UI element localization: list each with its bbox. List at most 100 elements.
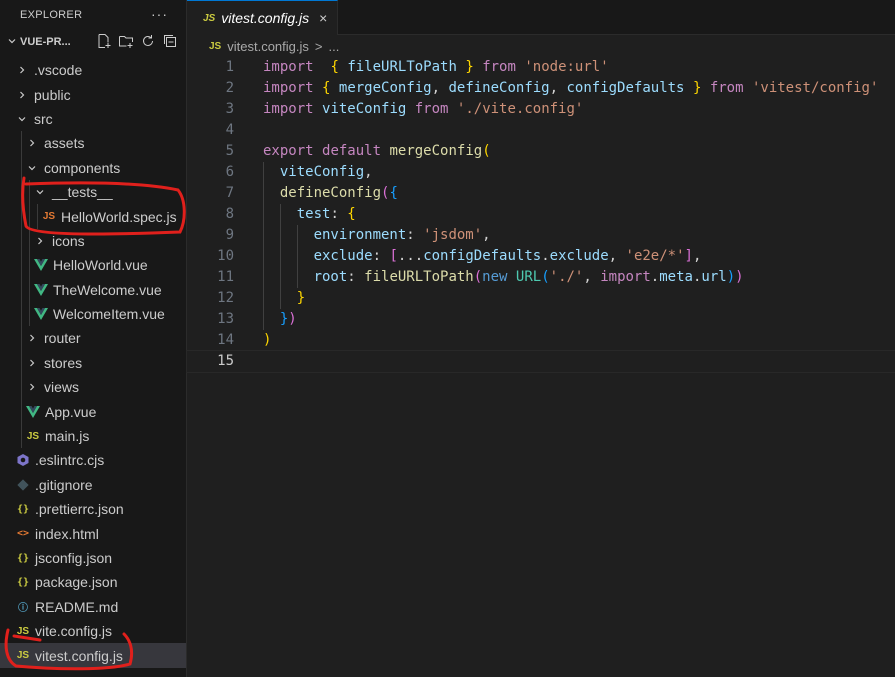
tree-item-label: main.js (45, 428, 90, 445)
line-number: 3 (225, 101, 234, 117)
tree-file[interactable]: WelcomeItem.vue (0, 301, 186, 327)
line-number: 1 (225, 59, 234, 75)
chevron-right-icon (24, 333, 40, 343)
code-text: import { mergeConfig, defineConfig, conf… (263, 80, 879, 96)
tree-folder[interactable]: assets (0, 131, 186, 156)
line-number: 2 (225, 80, 234, 96)
vue-file-icon (32, 283, 50, 296)
tree-folder[interactable]: components (0, 155, 186, 180)
code-line[interactable]: 4 (187, 120, 895, 141)
new-file-icon[interactable] (96, 33, 112, 49)
code-line[interactable]: 9 environment: 'jsdom', (187, 225, 895, 246)
js-file-icon: JS (203, 12, 216, 24)
code-line[interactable]: 6 viteConfig, (187, 162, 895, 183)
code-line[interactable]: 11 root: fileURLToPath(new URL('./', imp… (187, 267, 895, 288)
vue-file-icon (32, 259, 50, 272)
tab-label: vitest.config.js (221, 10, 310, 26)
tree-item-label: vite.config.js (35, 623, 113, 640)
tree-file[interactable]: JS vitest.config.js (0, 643, 186, 668)
eslint-icon (14, 453, 32, 467)
tree-file[interactable]: JS vite.config.js (0, 619, 186, 643)
tree-item-label: TheWelcome.vue (53, 281, 162, 298)
code-line[interactable]: 10 exclude: [...configDefaults.exclude, … (187, 246, 895, 267)
code-text: defineConfig({ (263, 183, 398, 204)
explorer-title: EXPLORER (20, 9, 83, 21)
tree-item-label: .prettierrc.json (35, 501, 124, 518)
code-text: export default mergeConfig( (263, 143, 491, 159)
code-line[interactable]: 3 import viteConfig from './vite.config' (187, 99, 895, 120)
tree-item-label: HelloWorld.vue (53, 257, 148, 274)
code-line[interactable]: 15 (186, 350, 895, 373)
tree-item-label: .eslintrc.cjs (35, 452, 105, 469)
code-editor[interactable]: 1 import { fileURLToPath } from 'node:url… (186, 57, 895, 373)
explorer-header: EXPLORER ··· (0, 0, 186, 30)
breadcrumb-file[interactable]: vitest.config.js (227, 39, 309, 54)
tree-file[interactable]: TheWelcome.vue (0, 277, 186, 302)
tree-folder[interactable]: __tests__ (0, 179, 186, 205)
tree-file[interactable]: JS main.js (0, 423, 186, 449)
project-name: VUE-PR... (20, 36, 71, 48)
tree-file[interactable]: .eslintrc.cjs (0, 448, 186, 472)
refresh-icon[interactable] (140, 33, 156, 49)
tree-item-label: vitest.config.js (35, 647, 123, 664)
tree-item-label: App.vue (45, 403, 97, 420)
tree-folder[interactable]: views (0, 375, 186, 400)
code-line[interactable]: 13 }) (187, 309, 895, 330)
more-actions-icon[interactable]: ··· (151, 6, 168, 22)
line-number: 14 (217, 332, 234, 348)
tree-folder[interactable]: .vscode (0, 58, 186, 82)
code-text: root: fileURLToPath(new URL('./', import… (263, 267, 744, 288)
code-line[interactable]: 14) (187, 330, 895, 351)
line-number: 12 (217, 290, 234, 306)
tree-file[interactable]: HelloWorld.vue (0, 253, 186, 278)
tree-folder[interactable]: public (0, 82, 186, 106)
tree-file[interactable]: App.vue (0, 399, 186, 424)
code-line[interactable]: 1 import { fileURLToPath } from 'node:url… (187, 57, 895, 78)
chevron-right-icon (14, 65, 30, 75)
new-folder-icon[interactable] (118, 33, 134, 49)
info-icon: ⓘ (18, 603, 28, 615)
code-text: }) (263, 309, 297, 330)
js-file-icon: JS (16, 650, 30, 662)
tree-file[interactable]: {} .prettierrc.json (0, 497, 186, 521)
git-icon (14, 479, 32, 491)
tree-item-label: components (44, 159, 121, 176)
chevron-right-icon (24, 382, 40, 392)
code-line[interactable]: 5 export default mergeConfig( (187, 141, 895, 162)
tree-item-label: public (34, 86, 71, 103)
tree-file[interactable]: ⓘ README.md (0, 595, 186, 619)
tree-folder[interactable]: router (0, 326, 186, 351)
code-line[interactable]: 7 defineConfig({ (187, 183, 895, 204)
tree-file[interactable]: {} package.json (0, 570, 186, 594)
tree-folder[interactable]: icons (0, 228, 186, 254)
tree-item-label: .gitignore (35, 476, 93, 493)
json-file-icon: {} (16, 552, 30, 564)
tree-item-label: package.json (35, 574, 118, 591)
code-text: import { fileURLToPath } from 'node:url' (263, 59, 609, 75)
project-root[interactable]: VUE-PR... (0, 30, 186, 54)
json-file-icon: {} (16, 576, 30, 588)
collapse-all-icon[interactable] (162, 33, 178, 49)
tab-vitest-config[interactable]: JS vitest.config.js × (187, 0, 339, 35)
chevron-right-icon (24, 358, 40, 368)
tree-file[interactable]: <> index.html (0, 521, 186, 545)
close-icon[interactable]: × (319, 10, 327, 26)
tree-folder[interactable]: src (0, 107, 186, 131)
tree-item-label: stores (44, 354, 83, 371)
line-number: 13 (217, 311, 234, 327)
tree-item-label: icons (52, 232, 85, 249)
code-line[interactable]: 2 import { mergeConfig, defineConfig, con… (187, 78, 895, 99)
breadcrumb-symbols[interactable]: ... (328, 39, 339, 54)
tree-folder[interactable]: stores (0, 350, 186, 376)
js-file-icon: JS (209, 40, 222, 52)
tree-file[interactable]: {} jsconfig.json (0, 546, 186, 570)
tree-item-label: __tests__ (52, 184, 113, 201)
code-text: ) (263, 332, 272, 348)
vue-file-icon (32, 308, 50, 321)
tree-file[interactable]: .gitignore (0, 473, 186, 497)
code-line[interactable]: 8 test: { (187, 204, 895, 225)
tree-file[interactable]: JS HelloWorld.spec.js (0, 204, 186, 229)
code-line[interactable]: 12 } (187, 288, 895, 309)
code-text: environment: 'jsdom', (263, 225, 491, 246)
code-text: exclude: [...configDefaults.exclude, 'e2… (263, 246, 701, 267)
